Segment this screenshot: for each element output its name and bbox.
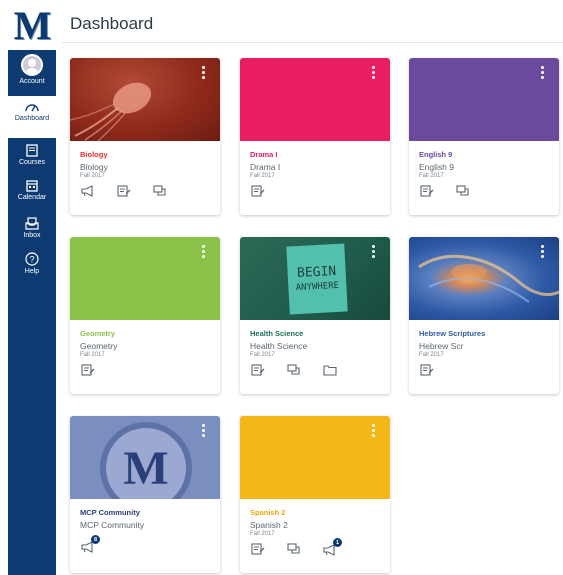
announcements-icon[interactable]: [81, 185, 95, 197]
courses-icon: [26, 144, 38, 157]
nav-calendar[interactable]: Calendar: [8, 174, 56, 211]
avatar: [21, 54, 43, 76]
card-term: Fall 2017: [80, 352, 105, 358]
nav-dashboard-label: Dashboard: [14, 115, 50, 122]
nav-account-label: Account: [19, 78, 45, 85]
help-icon: ?: [25, 252, 39, 266]
card-course-code[interactable]: Drama I: [250, 150, 380, 159]
nav-inbox[interactable]: Inbox: [8, 211, 56, 247]
course-card-health-science[interactable]: BEGIN ANYWHERE Health Science Health Sci…: [240, 237, 390, 394]
hero-text-line: BEGIN: [296, 263, 337, 282]
announcements-button[interactable]: 8: [81, 535, 100, 553]
header-divider: [62, 42, 563, 43]
card-options-icon[interactable]: [541, 245, 545, 258]
card-course-name: English 9: [419, 162, 454, 172]
card-course-name: Health Science: [250, 341, 308, 351]
assignments-icon[interactable]: [251, 185, 265, 197]
card-course-code[interactable]: Health Science: [250, 329, 380, 338]
nav-inbox-label: Inbox: [23, 232, 41, 239]
course-card-image[interactable]: [409, 58, 559, 141]
card-options-icon[interactable]: [541, 66, 545, 79]
course-card-image[interactable]: [70, 237, 220, 320]
seal-letter: M: [123, 441, 169, 495]
global-navigation: M Account Dashboard Courses Calendar Inb…: [8, 0, 56, 575]
card-term: Fall 2017: [419, 173, 444, 179]
card-options-icon[interactable]: [202, 245, 206, 258]
course-card-english[interactable]: English 9 English 9 Fall 2017: [409, 58, 559, 215]
svg-text:?: ?: [29, 255, 34, 265]
course-card-image[interactable]: M: [70, 416, 220, 499]
card-options-icon[interactable]: [372, 66, 376, 79]
card-course-name: Hebrew Scr: [419, 341, 464, 351]
nav-courses-label: Courses: [18, 159, 46, 166]
assignments-icon[interactable]: [420, 185, 434, 197]
card-term: Fall 2017: [80, 173, 105, 179]
calendar-icon: [26, 180, 38, 192]
logo-letter: M: [13, 2, 52, 48]
course-card-biology[interactable]: Biology Biology Fall 2017: [70, 58, 220, 215]
nav-help[interactable]: ? Help: [8, 247, 56, 283]
nav-calendar-label: Calendar: [17, 194, 47, 201]
course-card-image[interactable]: BEGIN ANYWHERE: [240, 237, 390, 320]
hero-text-line: ANYWHERE: [295, 280, 340, 294]
assignments-icon[interactable]: [251, 364, 265, 376]
nav-account[interactable]: Account: [8, 50, 56, 96]
unread-count-badge: 1: [333, 538, 342, 547]
assignments-icon[interactable]: [81, 364, 95, 376]
card-options-icon[interactable]: [372, 245, 376, 258]
nav-courses[interactable]: Courses: [8, 138, 56, 174]
unread-count-badge: 8: [91, 535, 100, 544]
card-term: Fall 2017: [419, 352, 444, 358]
page-title: Dashboard: [70, 14, 154, 33]
assignments-icon[interactable]: [251, 543, 265, 555]
card-options-icon[interactable]: [372, 424, 376, 437]
course-card-drama[interactable]: Drama I Drama I Fall 2017: [240, 58, 390, 215]
card-course-code[interactable]: Hebrew Scriptures: [419, 329, 549, 338]
card-course-name: Geometry: [80, 341, 118, 351]
assignments-icon[interactable]: [117, 185, 131, 197]
inbox-icon: [25, 217, 39, 230]
course-card-image[interactable]: [240, 58, 390, 141]
begin-anywhere-sign: BEGIN ANYWHERE: [286, 243, 348, 315]
course-card-mcp-community[interactable]: M MCP Community MCP Community 8: [70, 416, 220, 573]
course-card-geometry[interactable]: Geometry Geometry Fall 2017: [70, 237, 220, 394]
course-card-image[interactable]: [70, 58, 220, 141]
card-course-code[interactable]: Biology: [80, 150, 210, 159]
card-options-icon[interactable]: [202, 66, 206, 79]
assignments-icon[interactable]: [420, 364, 434, 376]
card-course-name: Drama I: [250, 162, 281, 172]
nav-help-label: Help: [24, 268, 40, 275]
card-course-code[interactable]: English 9: [419, 150, 549, 159]
painting-image: [418, 254, 559, 303]
course-card-hebrew-scriptures[interactable]: Hebrew Scriptures Hebrew Scr Fall 2017: [409, 237, 559, 394]
course-card-spanish[interactable]: Spanish 2 Spanish 2 Fall 2017 1: [240, 416, 390, 573]
card-course-code[interactable]: Spanish 2: [250, 508, 380, 517]
card-term: Fall 2017: [250, 173, 275, 179]
discussions-icon[interactable]: [287, 543, 301, 555]
card-course-code[interactable]: MCP Community: [80, 508, 210, 517]
course-card-image[interactable]: [409, 237, 559, 320]
school-logo[interactable]: M: [8, 0, 56, 50]
course-card-image[interactable]: [240, 416, 390, 499]
discussions-icon[interactable]: [287, 364, 301, 376]
jellyfish-image: [70, 82, 152, 141]
announcements-button[interactable]: 1: [323, 538, 342, 556]
card-term: Fall 2017: [250, 352, 275, 358]
card-course-name: Spanish 2: [250, 520, 288, 530]
card-course-name: Biology: [80, 162, 108, 172]
card-term: Fall 2017: [250, 531, 275, 537]
discussions-icon[interactable]: [456, 185, 470, 197]
card-options-icon[interactable]: [202, 424, 206, 437]
dashboard-icon: [25, 104, 39, 112]
discussions-icon[interactable]: [153, 185, 167, 197]
card-course-code[interactable]: Geometry: [80, 329, 210, 338]
card-course-name: MCP Community: [80, 520, 145, 530]
files-icon[interactable]: [323, 364, 337, 376]
nav-dashboard[interactable]: Dashboard: [8, 96, 56, 138]
school-seal-image: M: [100, 422, 192, 499]
